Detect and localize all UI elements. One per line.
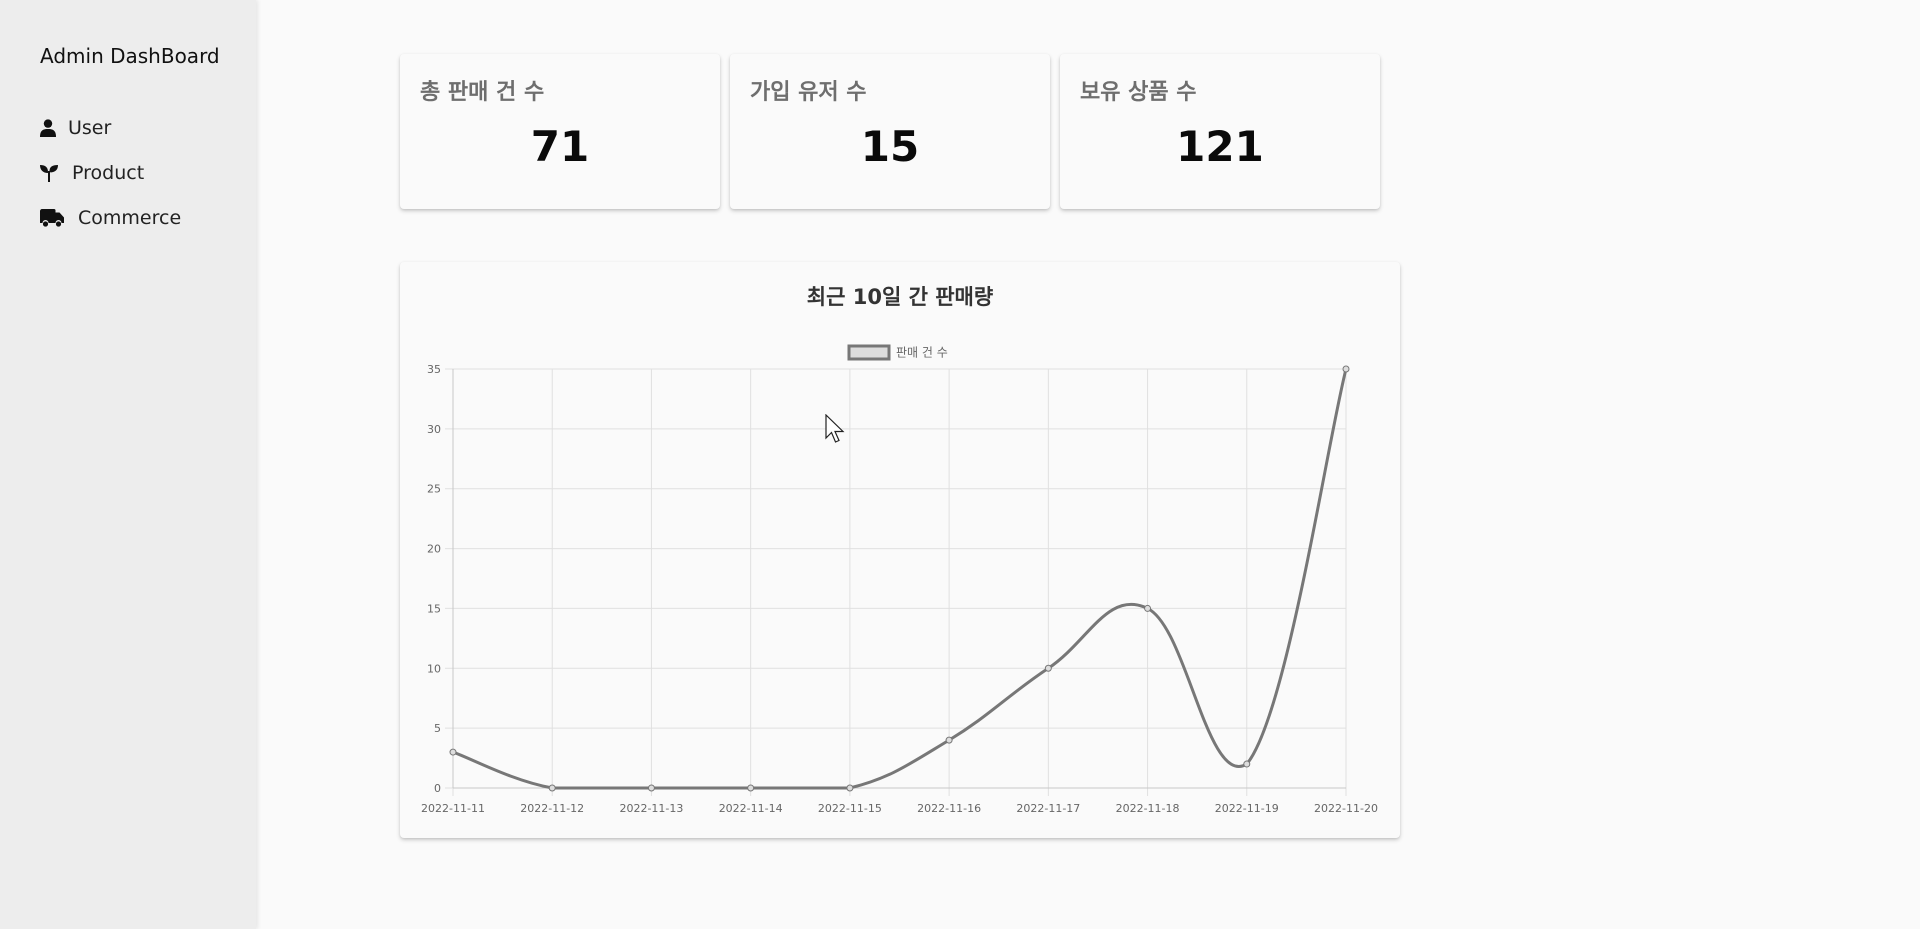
y-tick-label: 10 bbox=[427, 662, 441, 675]
data-point bbox=[449, 748, 457, 756]
sidebar: Admin DashBoard User Product Commerce bbox=[0, 0, 256, 929]
data-point bbox=[747, 784, 755, 792]
sidebar-item-label: User bbox=[68, 117, 112, 139]
sidebar-item-user[interactable]: User bbox=[40, 114, 111, 142]
sidebar-item-label: Commerce bbox=[78, 207, 182, 229]
data-point bbox=[1044, 664, 1052, 672]
truck-icon bbox=[40, 209, 64, 227]
stat-card-value: 121 bbox=[1176, 122, 1264, 171]
data-point bbox=[548, 784, 556, 792]
stat-card-value: 15 bbox=[860, 122, 920, 171]
brand-title[interactable]: Admin DashBoard bbox=[40, 44, 220, 68]
stat-card-value: 71 bbox=[530, 122, 590, 171]
stat-card-products: 보유 상품 수 121 bbox=[1060, 54, 1380, 209]
stat-card-title: 총 판매 건 수 bbox=[420, 80, 545, 105]
x-tick-label: 2022-11-18 bbox=[1116, 802, 1180, 815]
sales-line-chart[interactable]: 최근 10일 간 판매량판매 건 수 0 5 10 15 20 25 30 35 2022-11-… bbox=[400, 262, 1400, 838]
legend-swatch bbox=[847, 344, 891, 361]
y-tick-label: 35 bbox=[427, 363, 441, 376]
data-point bbox=[1243, 760, 1251, 768]
x-tick-label: 2022-11-11 bbox=[421, 802, 485, 815]
chart-title: 최근 10일 간 판매량 bbox=[807, 285, 993, 309]
x-tick-label: 2022-11-20 bbox=[1314, 802, 1378, 815]
x-tick-label: 2022-11-15 bbox=[818, 802, 882, 815]
y-tick-label: 30 bbox=[427, 423, 441, 436]
x-tick-label: 2022-11-14 bbox=[719, 802, 783, 815]
x-tick-label: 2022-11-13 bbox=[619, 802, 683, 815]
y-tick-label: 20 bbox=[427, 543, 441, 556]
legend-label: 판매 건 수 bbox=[896, 346, 948, 360]
x-tick-label: 2022-11-19 bbox=[1215, 802, 1279, 815]
series-line bbox=[452, 368, 1348, 790]
y-tick-label: 5 bbox=[434, 722, 441, 735]
stat-card-users: 가입 유저 수 15 bbox=[730, 54, 1050, 209]
sidebar-item-product[interactable]: Product bbox=[40, 159, 144, 187]
mouse-cursor-icon bbox=[825, 413, 845, 448]
stat-card-title: 가입 유저 수 bbox=[750, 80, 867, 105]
person-icon bbox=[40, 119, 56, 137]
x-tick-label: 2022-11-16 bbox=[917, 802, 981, 815]
x-tick-label: 2022-11-17 bbox=[1016, 802, 1080, 815]
data-point bbox=[945, 736, 953, 744]
sidebar-item-commerce[interactable]: Commerce bbox=[40, 204, 181, 232]
data-point bbox=[1342, 365, 1350, 373]
sales-chart-card: 최근 10일 간 판매량판매 건 수 0 5 10 15 20 25 30 35 2022-11-… bbox=[400, 262, 1400, 838]
y-tick-label: 25 bbox=[427, 483, 441, 496]
data-point bbox=[647, 784, 655, 792]
data-point bbox=[1144, 604, 1152, 612]
data-point bbox=[846, 784, 854, 792]
stat-card-total-sales: 총 판매 건 수 71 bbox=[400, 54, 720, 209]
y-tick-label: 15 bbox=[427, 602, 441, 615]
x-tick-label: 2022-11-12 bbox=[520, 802, 584, 815]
y-tick-label: 0 bbox=[434, 782, 441, 795]
sidebar-item-label: Product bbox=[72, 162, 145, 184]
seedling-icon bbox=[40, 164, 58, 182]
stat-card-title: 보유 상품 수 bbox=[1080, 80, 1197, 105]
